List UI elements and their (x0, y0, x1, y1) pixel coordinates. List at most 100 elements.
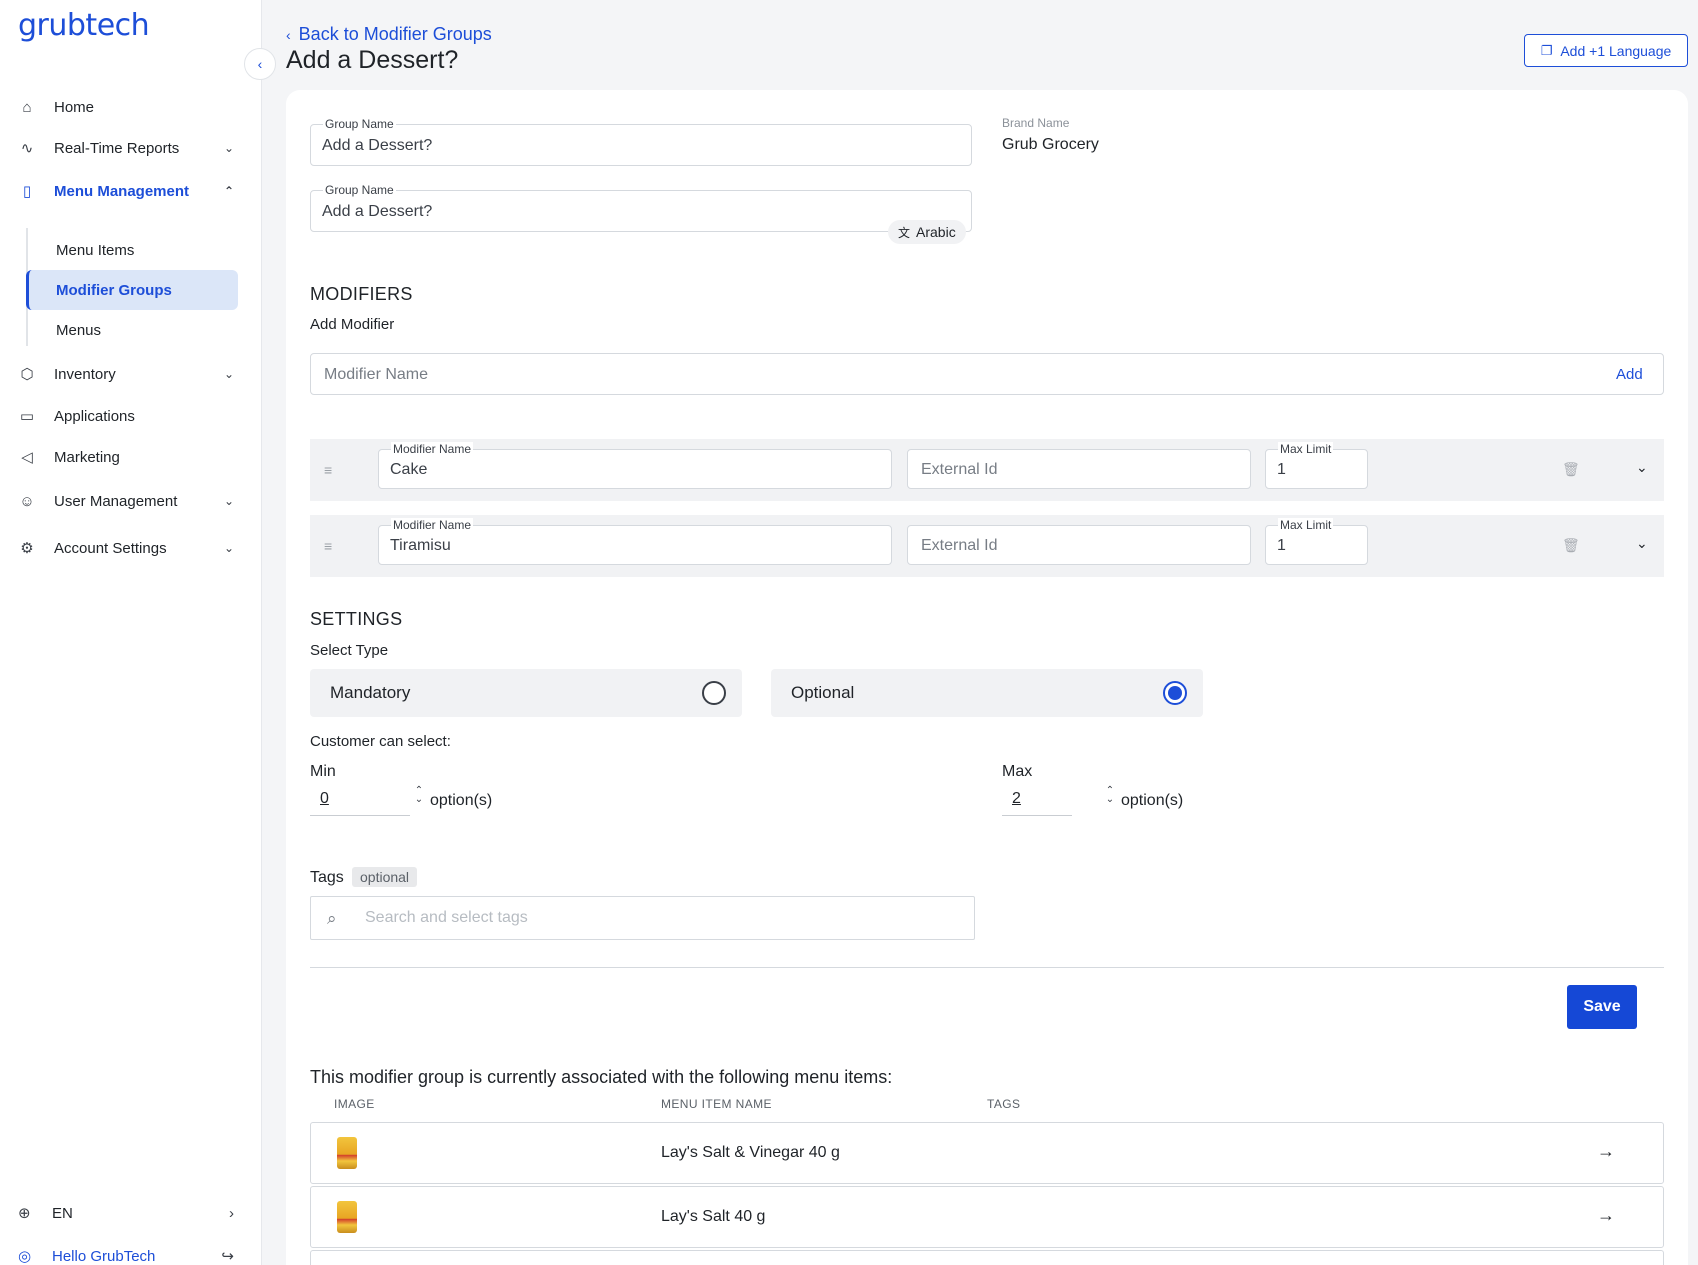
box-icon: ⬡ (20, 366, 34, 383)
settings-section-title: SETTINGS (310, 609, 403, 629)
min-label: Min (310, 763, 336, 780)
trash-icon[interactable]: 🗑 (1562, 537, 1580, 554)
modifier-name-input[interactable]: Modifier Name (310, 353, 1664, 395)
max-limit-label: Max Limit (1278, 518, 1334, 532)
tags-search-input[interactable]: ⌕ Search and select tags (310, 896, 975, 940)
product-image (337, 1201, 357, 1233)
modifier-row: ≡ Modifier Name Tiramisu External Id Max… (310, 515, 1664, 577)
sidebar-item-menu-management[interactable]: ▯ Menu Management ⌃ (18, 173, 242, 209)
max-limit-value: 1 (1277, 537, 1286, 554)
arrow-right-icon[interactable]: → (1597, 1141, 1615, 1162)
home-icon: ⌂ (22, 98, 32, 116)
add-language-label: Add +1 Language (1560, 42, 1672, 59)
customer-can-select-label: Customer can select: (310, 733, 451, 750)
sidebar: grubtech ⌂ Home ∿ Real-Time Reports ⌄ ▯ … (0, 0, 262, 1265)
chevron-down-icon: ⌄ (223, 367, 234, 381)
user-profile[interactable]: ◎ Hello GrubTech ↪ (18, 1241, 242, 1265)
chevron-down-icon: ⌄ (223, 541, 234, 555)
select-type-label: Mandatory (330, 683, 411, 702)
min-options-input[interactable]: 0 (310, 784, 410, 816)
group-name-field[interactable]: Group Name Add a Dessert? (310, 117, 972, 166)
chevron-right-icon: › (229, 1204, 234, 1222)
menu-item-name: Lay's Salt & Vinegar 40 g (661, 1144, 840, 1161)
modifier-name-field[interactable]: Modifier Name Cake (378, 442, 892, 489)
tags-label: Tags (310, 869, 344, 886)
max-options-input[interactable]: 2 (1002, 784, 1072, 816)
sidebar-item-applications[interactable]: ▭ Applications (18, 398, 242, 434)
max-options-value: 2 (1012, 790, 1021, 807)
arabic-chip-label: Arabic (916, 224, 956, 240)
modifier-name-placeholder: Modifier Name (324, 366, 429, 383)
add-language-button[interactable]: ❐ Add +1 Language (1524, 34, 1688, 67)
chevron-down-icon[interactable]: ⌄ (1636, 459, 1648, 476)
globe-icon: ⊕ (18, 1205, 31, 1222)
max-limit-label: Max Limit (1278, 442, 1334, 456)
megaphone-icon: ◁ (21, 449, 33, 466)
optional-radio[interactable] (1163, 681, 1187, 705)
table-row[interactable]: Lay's Salt 40 g → (310, 1186, 1664, 1248)
collapse-sidebar-button[interactable]: ‹ (244, 48, 276, 80)
max-limit-field[interactable]: Max Limit 1 (1265, 442, 1368, 489)
sidebar-item-label: Real-Time Reports (54, 139, 180, 157)
back-link-label: Back to Modifier Groups (298, 24, 492, 44)
sidebar-item-label: User Management (54, 492, 178, 510)
sidebar-item-modifier-groups[interactable]: Modifier Groups (26, 270, 238, 310)
user-greeting: Hello GrubTech (52, 1247, 156, 1265)
sidebar-item-inventory[interactable]: ⬡ Inventory ⌄ (18, 356, 242, 392)
section-divider (310, 967, 1664, 968)
sidebar-item-user-management[interactable]: ☺ User Management ⌄ (18, 483, 242, 519)
min-options-value: 0 (320, 790, 329, 807)
drag-handle-icon[interactable]: ≡ (324, 463, 338, 477)
sidebar-item-label: Applications (54, 407, 135, 425)
arabic-language-chip[interactable]: 文 Arabic (888, 220, 966, 244)
chevron-left-icon: ‹ (286, 26, 291, 43)
sidebar-item-menu-items[interactable]: Menu Items (26, 230, 238, 270)
select-type-mandatory[interactable]: Mandatory (310, 669, 742, 717)
modifier-name-label: Modifier Name (391, 442, 474, 456)
sidebar-item-marketing[interactable]: ◁ Marketing (18, 439, 242, 475)
external-id-field[interactable]: External Id (907, 525, 1251, 565)
sidebar-item-home[interactable]: ⌂ Home (18, 89, 242, 125)
back-link[interactable]: ‹ Back to Modifier Groups (286, 24, 492, 45)
table-row[interactable] (310, 1250, 1664, 1265)
trash-icon[interactable]: 🗑 (1562, 461, 1580, 478)
drag-handle-icon[interactable]: ≡ (324, 539, 338, 553)
logout-icon[interactable]: ↪ (221, 1247, 234, 1265)
sidebar-item-account-settings[interactable]: ⚙ Account Settings ⌄ (18, 530, 242, 566)
min-stepper-icon[interactable]: ⌃ ⌄ (414, 786, 424, 805)
arrow-right-icon[interactable]: → (1597, 1205, 1615, 1226)
select-type-optional[interactable]: Optional (771, 669, 1203, 717)
optional-badge: optional (352, 867, 418, 887)
page-title: Add a Dessert? (286, 46, 459, 74)
sidebar-item-label: Menu Management (54, 182, 190, 200)
external-id-field[interactable]: External Id (907, 449, 1251, 489)
max-option-suffix: option(s) (1121, 792, 1184, 809)
grubtech-logo[interactable]: grubtech (18, 8, 150, 43)
search-icon: ⌕ (327, 909, 337, 928)
modifier-name-value: Tiramisu (390, 537, 451, 554)
sidebar-item-real-time-reports[interactable]: ∿ Real-Time Reports ⌄ (18, 130, 242, 166)
user-circle-icon: ◎ (18, 1248, 32, 1265)
min-option-suffix: option(s) (430, 792, 493, 809)
max-stepper-icon[interactable]: ⌃ ⌄ (1105, 786, 1115, 805)
column-header-tags: TAGS (987, 1097, 1021, 1111)
group-name-arabic-field[interactable]: Group Name Add a Dessert? (310, 183, 972, 232)
brand-name-label: Brand Name (1002, 116, 1070, 130)
brand-name-value: Grub Grocery (1002, 136, 1099, 153)
add-modifier-button[interactable]: Add (1616, 366, 1643, 383)
language-label: EN (52, 1204, 73, 1222)
mandatory-radio[interactable] (702, 681, 726, 705)
max-limit-field[interactable]: Max Limit 1 (1265, 518, 1368, 565)
column-header-menu-item-name: MENU ITEM NAME (661, 1097, 772, 1111)
book-icon: ▯ (22, 183, 32, 200)
external-id-placeholder: External Id (921, 537, 998, 554)
language-selector[interactable]: ⊕ EN › (18, 1198, 242, 1228)
sidebar-item-menus[interactable]: Menus (26, 310, 238, 350)
chevron-down-icon[interactable]: ⌄ (1636, 535, 1648, 552)
modifier-name-field[interactable]: Modifier Name Tiramisu (378, 518, 892, 565)
table-row[interactable]: Lay's Salt & Vinegar 40 g → (310, 1122, 1664, 1184)
gear-icon: ⚙ (20, 540, 34, 557)
save-button[interactable]: Save (1567, 985, 1637, 1029)
modifiers-section-title: MODIFIERS (310, 284, 413, 304)
associated-items-title: This modifier group is currently associa… (310, 1067, 893, 1087)
